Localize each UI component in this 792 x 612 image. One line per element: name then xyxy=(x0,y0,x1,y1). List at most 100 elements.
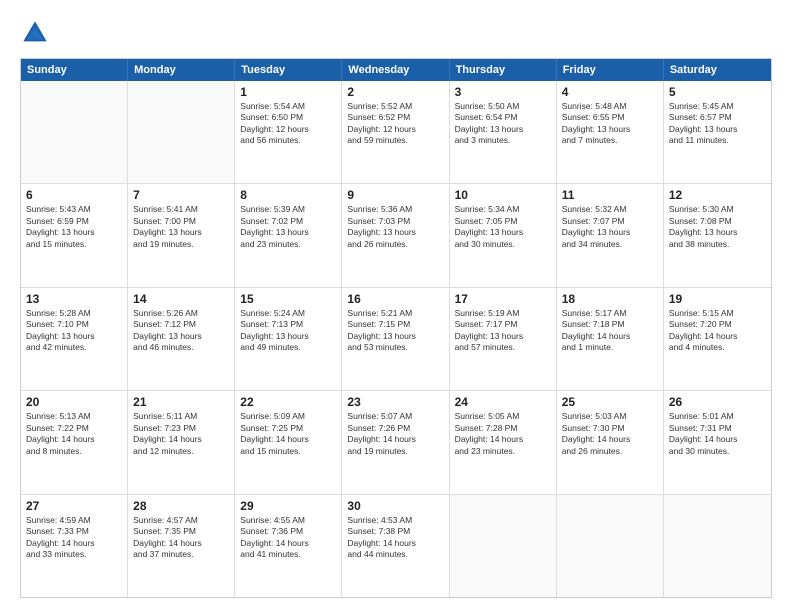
calendar-cell: 9 Sunrise: 5:36 AM Sunset: 7:03 PM Daylig… xyxy=(342,184,449,286)
day-number: 24 xyxy=(455,395,551,409)
calendar-cell: 4 Sunrise: 5:48 AM Sunset: 6:55 PM Daylig… xyxy=(557,81,664,183)
cell-details: Sunrise: 5:39 AM Sunset: 7:02 PM Dayligh… xyxy=(240,204,336,250)
calendar-cell: 28 Sunrise: 4:57 AM Sunset: 7:35 PM Dayli… xyxy=(128,495,235,597)
calendar-cell: 21 Sunrise: 5:11 AM Sunset: 7:23 PM Dayli… xyxy=(128,391,235,493)
day-number: 2 xyxy=(347,85,443,99)
calendar-row: 20 Sunrise: 5:13 AM Sunset: 7:22 PM Dayli… xyxy=(21,390,771,493)
cell-details: Sunrise: 5:03 AM Sunset: 7:30 PM Dayligh… xyxy=(562,411,658,457)
day-number: 6 xyxy=(26,188,122,202)
cell-details: Sunrise: 5:30 AM Sunset: 7:08 PM Dayligh… xyxy=(669,204,766,250)
cell-details: Sunrise: 5:28 AM Sunset: 7:10 PM Dayligh… xyxy=(26,308,122,354)
weekday-header: Tuesday xyxy=(235,59,342,81)
calendar-cell: 23 Sunrise: 5:07 AM Sunset: 7:26 PM Dayli… xyxy=(342,391,449,493)
weekday-header: Saturday xyxy=(664,59,771,81)
cell-details: Sunrise: 5:13 AM Sunset: 7:22 PM Dayligh… xyxy=(26,411,122,457)
weekday-header: Thursday xyxy=(450,59,557,81)
calendar-cell: 3 Sunrise: 5:50 AM Sunset: 6:54 PM Daylig… xyxy=(450,81,557,183)
cell-details: Sunrise: 5:15 AM Sunset: 7:20 PM Dayligh… xyxy=(669,308,766,354)
day-number: 29 xyxy=(240,499,336,513)
day-number: 19 xyxy=(669,292,766,306)
cell-details: Sunrise: 5:52 AM Sunset: 6:52 PM Dayligh… xyxy=(347,101,443,147)
day-number: 21 xyxy=(133,395,229,409)
cell-details: Sunrise: 5:36 AM Sunset: 7:03 PM Dayligh… xyxy=(347,204,443,250)
day-number: 12 xyxy=(669,188,766,202)
calendar-row: 6 Sunrise: 5:43 AM Sunset: 6:59 PM Daylig… xyxy=(21,183,771,286)
day-number: 23 xyxy=(347,395,443,409)
calendar-body: 1 Sunrise: 5:54 AM Sunset: 6:50 PM Daylig… xyxy=(21,81,771,597)
day-number: 14 xyxy=(133,292,229,306)
cell-details: Sunrise: 5:50 AM Sunset: 6:54 PM Dayligh… xyxy=(455,101,551,147)
day-number: 7 xyxy=(133,188,229,202)
calendar-row: 27Sunrise: 4:59 AM Sunset: 7:33 PM Dayli… xyxy=(21,494,771,597)
calendar-cell: 19 Sunrise: 5:15 AM Sunset: 7:20 PM Dayli… xyxy=(664,288,771,390)
calendar-cell: 11Sunrise: 5:32 AM Sunset: 7:07 PM Dayli… xyxy=(557,184,664,286)
calendar-cell: 25 Sunrise: 5:03 AM Sunset: 7:30 PM Dayli… xyxy=(557,391,664,493)
day-number: 10 xyxy=(455,188,551,202)
cell-details: Sunrise: 5:19 AM Sunset: 7:17 PM Dayligh… xyxy=(455,308,551,354)
calendar-row: 1 Sunrise: 5:54 AM Sunset: 6:50 PM Daylig… xyxy=(21,81,771,183)
logo xyxy=(20,18,54,48)
calendar-cell: 18 Sunrise: 5:17 AM Sunset: 7:18 PM Dayli… xyxy=(557,288,664,390)
day-number: 17 xyxy=(455,292,551,306)
calendar-cell: 29 Sunrise: 4:55 AM Sunset: 7:36 PM Dayli… xyxy=(235,495,342,597)
cell-details: Sunrise: 5:01 AM Sunset: 7:31 PM Dayligh… xyxy=(669,411,766,457)
calendar-cell: 17 Sunrise: 5:19 AM Sunset: 7:17 PM Dayli… xyxy=(450,288,557,390)
calendar-cell: 13 Sunrise: 5:28 AM Sunset: 7:10 PM Dayli… xyxy=(21,288,128,390)
weekday-header: Sunday xyxy=(21,59,128,81)
calendar-cell: 2 Sunrise: 5:52 AM Sunset: 6:52 PM Daylig… xyxy=(342,81,449,183)
day-number: 8 xyxy=(240,188,336,202)
weekday-header: Monday xyxy=(128,59,235,81)
calendar-cell: 12 Sunrise: 5:30 AM Sunset: 7:08 PM Dayli… xyxy=(664,184,771,286)
cell-details: Sunrise: 5:48 AM Sunset: 6:55 PM Dayligh… xyxy=(562,101,658,147)
calendar-cell: 15 Sunrise: 5:24 AM Sunset: 7:13 PM Dayli… xyxy=(235,288,342,390)
logo-icon xyxy=(20,18,50,48)
day-number: 25 xyxy=(562,395,658,409)
page: SundayMondayTuesdayWednesdayThursdayFrid… xyxy=(0,0,792,612)
day-number: 20 xyxy=(26,395,122,409)
cell-details: Sunrise: 5:54 AM Sunset: 6:50 PM Dayligh… xyxy=(240,101,336,147)
calendar-cell: 6 Sunrise: 5:43 AM Sunset: 6:59 PM Daylig… xyxy=(21,184,128,286)
cell-details: Sunrise: 5:21 AM Sunset: 7:15 PM Dayligh… xyxy=(347,308,443,354)
cell-details: Sunrise: 5:05 AM Sunset: 7:28 PM Dayligh… xyxy=(455,411,551,457)
calendar-cell xyxy=(557,495,664,597)
cell-details: Sunrise: 5:11 AM Sunset: 7:23 PM Dayligh… xyxy=(133,411,229,457)
cell-details: Sunrise: 5:43 AM Sunset: 6:59 PM Dayligh… xyxy=(26,204,122,250)
calendar-cell: 14 Sunrise: 5:26 AM Sunset: 7:12 PM Dayli… xyxy=(128,288,235,390)
calendar-cell: 8 Sunrise: 5:39 AM Sunset: 7:02 PM Daylig… xyxy=(235,184,342,286)
day-number: 9 xyxy=(347,188,443,202)
header xyxy=(20,18,772,48)
weekday-header: Wednesday xyxy=(342,59,449,81)
cell-details: Sunrise: 5:07 AM Sunset: 7:26 PM Dayligh… xyxy=(347,411,443,457)
calendar-cell: 16 Sunrise: 5:21 AM Sunset: 7:15 PM Dayli… xyxy=(342,288,449,390)
calendar-cell: 1 Sunrise: 5:54 AM Sunset: 6:50 PM Daylig… xyxy=(235,81,342,183)
day-number: 5 xyxy=(669,85,766,99)
day-number: 28 xyxy=(133,499,229,513)
cell-details: Sunrise: 4:55 AM Sunset: 7:36 PM Dayligh… xyxy=(240,515,336,561)
calendar-cell: 30Sunrise: 4:53 AM Sunset: 7:38 PM Dayli… xyxy=(342,495,449,597)
day-number: 3 xyxy=(455,85,551,99)
day-number: 15 xyxy=(240,292,336,306)
day-number: 1 xyxy=(240,85,336,99)
calendar-cell: 22Sunrise: 5:09 AM Sunset: 7:25 PM Dayli… xyxy=(235,391,342,493)
calendar-cell xyxy=(450,495,557,597)
calendar-cell: 7 Sunrise: 5:41 AM Sunset: 7:00 PM Daylig… xyxy=(128,184,235,286)
calendar-cell xyxy=(128,81,235,183)
day-number: 16 xyxy=(347,292,443,306)
cell-details: Sunrise: 5:41 AM Sunset: 7:00 PM Dayligh… xyxy=(133,204,229,250)
cell-details: Sunrise: 5:26 AM Sunset: 7:12 PM Dayligh… xyxy=(133,308,229,354)
cell-details: Sunrise: 4:57 AM Sunset: 7:35 PM Dayligh… xyxy=(133,515,229,561)
calendar-cell xyxy=(664,495,771,597)
day-number: 4 xyxy=(562,85,658,99)
calendar-row: 13 Sunrise: 5:28 AM Sunset: 7:10 PM Dayli… xyxy=(21,287,771,390)
cell-details: Sunrise: 5:24 AM Sunset: 7:13 PM Dayligh… xyxy=(240,308,336,354)
day-number: 26 xyxy=(669,395,766,409)
day-number: 30 xyxy=(347,499,443,513)
day-number: 27 xyxy=(26,499,122,513)
cell-details: Sunrise: 5:34 AM Sunset: 7:05 PM Dayligh… xyxy=(455,204,551,250)
day-number: 13 xyxy=(26,292,122,306)
calendar-header: SundayMondayTuesdayWednesdayThursdayFrid… xyxy=(21,59,771,81)
calendar-cell: 10 Sunrise: 5:34 AM Sunset: 7:05 PM Dayli… xyxy=(450,184,557,286)
cell-details: Sunrise: 5:17 AM Sunset: 7:18 PM Dayligh… xyxy=(562,308,658,354)
day-number: 18 xyxy=(562,292,658,306)
cell-details: Sunrise: 5:09 AM Sunset: 7:25 PM Dayligh… xyxy=(240,411,336,457)
